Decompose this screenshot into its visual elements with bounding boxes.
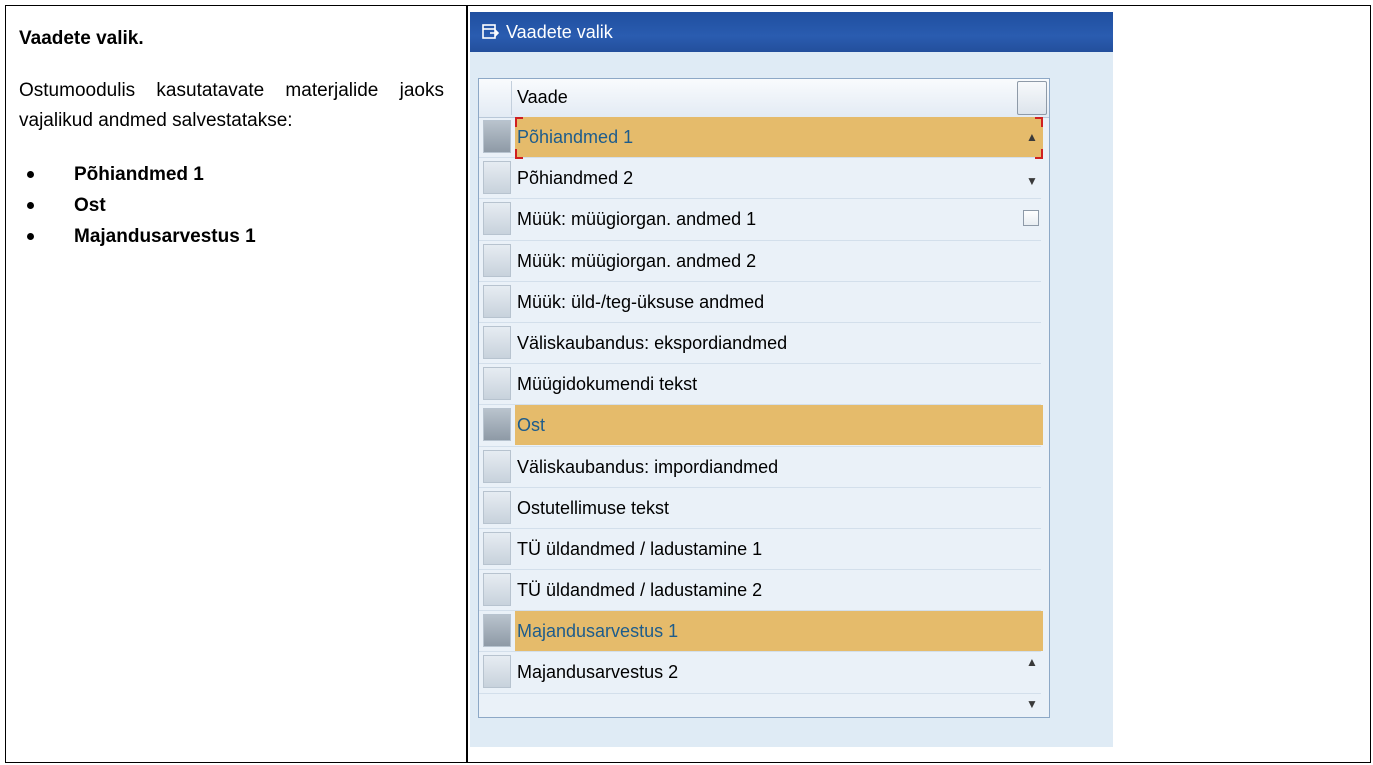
- row-selector[interactable]: [483, 655, 511, 689]
- row-label[interactable]: Müük: müügiorgan. andmed 1: [515, 199, 1043, 239]
- column-divider: [466, 6, 468, 762]
- column-header-vaade[interactable]: Vaade: [517, 87, 568, 108]
- dialog-titlebar: Vaadete valik: [470, 12, 1113, 52]
- row-label[interactable]: Ostutellimuse tekst: [515, 488, 1043, 528]
- row-label[interactable]: Põhiandmed 2: [515, 158, 1043, 198]
- table-header: Vaade: [479, 79, 1049, 118]
- page-up-icon[interactable]: ▲: [1025, 655, 1039, 669]
- row-selector[interactable]: [483, 573, 511, 607]
- row-label[interactable]: Müügidokumendi tekst: [515, 364, 1043, 404]
- table-row[interactable]: Müük: üld-/teg-üksuse andmed: [479, 282, 1041, 323]
- table-row[interactable]: Müük: müügiorgan. andmed 1: [479, 199, 1043, 241]
- select-all-cell[interactable]: [481, 81, 512, 115]
- row-label[interactable]: TÜ üldandmed / ladustamine 1: [515, 529, 1043, 569]
- view-selection-dialog: Vaadete valik Vaade Põhiandmed 1 Põhiandm…: [470, 12, 1113, 747]
- table-row[interactable]: Ostutellimuse tekst: [479, 488, 1041, 529]
- bullet-item: Põhiandmed 1: [19, 160, 444, 191]
- row-selector[interactable]: [483, 490, 511, 524]
- table-row[interactable]: Põhiandmed 2: [479, 158, 1043, 200]
- row-label[interactable]: Ost: [515, 405, 1043, 446]
- table-row[interactable]: Majandusarvestus 1: [479, 611, 1043, 653]
- focus-marker: [1035, 117, 1043, 127]
- bullet-list: Põhiandmed 1 Ost Majandusarvestus 1: [19, 160, 444, 253]
- scroll-thumb[interactable]: [1023, 210, 1039, 226]
- bullet-item: Ost: [19, 191, 444, 222]
- table-row[interactable]: Väliskaubandus: impordiandmed: [479, 447, 1041, 488]
- row-selector[interactable]: [483, 614, 511, 648]
- table-row[interactable]: Põhiandmed 1: [479, 117, 1043, 159]
- instructions-paragraph: Ostumoodulis kasutatavate materjalide ja…: [19, 80, 444, 131]
- scroll-down-icon[interactable]: ▼: [1025, 174, 1039, 188]
- row-label[interactable]: Väliskaubandus: ekspordiandmed: [515, 323, 1043, 363]
- view-selection-icon: [482, 24, 500, 39]
- scroll-up-icon[interactable]: ▲: [1025, 130, 1039, 144]
- row-label[interactable]: Müük: üld-/teg-üksuse andmed: [515, 282, 1043, 322]
- row-selector[interactable]: [483, 325, 511, 359]
- row-label[interactable]: Müük: müügiorgan. andmed 2: [515, 241, 1043, 281]
- column-settings-button[interactable]: [1017, 81, 1047, 115]
- row-selector[interactable]: [483, 284, 511, 318]
- bullet-item: Majandusarvestus 1: [19, 222, 444, 253]
- row-selector[interactable]: [483, 408, 511, 442]
- instructions-heading: Vaadete valik.: [19, 28, 144, 49]
- table-row[interactable]: TÜ üldandmed / ladustamine 2: [479, 570, 1043, 612]
- table-row[interactable]: Ost: [479, 405, 1043, 447]
- row-label[interactable]: Põhiandmed 1: [515, 117, 1043, 157]
- table-row[interactable]: TÜ üldandmed / ladustamine 1: [479, 529, 1043, 571]
- instructions-column: Vaadete valik. Ostumoodulis kasutatavate…: [19, 24, 444, 253]
- row-selector[interactable]: [483, 449, 511, 483]
- page-down-icon[interactable]: ▼: [1025, 697, 1039, 711]
- row-selector[interactable]: [483, 161, 511, 195]
- table-row[interactable]: Majandusarvestus 2: [479, 652, 1043, 694]
- row-label[interactable]: Majandusarvestus 1: [515, 611, 1043, 652]
- row-label[interactable]: TÜ üldandmed / ladustamine 2: [515, 570, 1043, 610]
- views-table[interactable]: Vaade Põhiandmed 1 Põhiandmed 2 Müük: müüg…: [478, 78, 1050, 718]
- focus-marker: [515, 117, 523, 127]
- table-row[interactable]: Müügidokumendi tekst: [479, 364, 1043, 406]
- dialog-title: Vaadete valik: [506, 21, 613, 42]
- row-selector[interactable]: [483, 367, 511, 401]
- row-label[interactable]: Väliskaubandus: impordiandmed: [515, 447, 1043, 487]
- table-row[interactable]: Müük: müügiorgan. andmed 2: [479, 241, 1041, 282]
- row-selector[interactable]: [483, 531, 511, 565]
- row-label[interactable]: Majandusarvestus 2: [515, 652, 1043, 692]
- row-selector[interactable]: [483, 120, 511, 153]
- row-selector[interactable]: [483, 243, 511, 277]
- table-rows: Põhiandmed 1 Põhiandmed 2 Müük: müügiorgan…: [479, 117, 1043, 694]
- table-row[interactable]: Väliskaubandus: ekspordiandmed: [479, 323, 1043, 365]
- row-selector[interactable]: [483, 202, 511, 236]
